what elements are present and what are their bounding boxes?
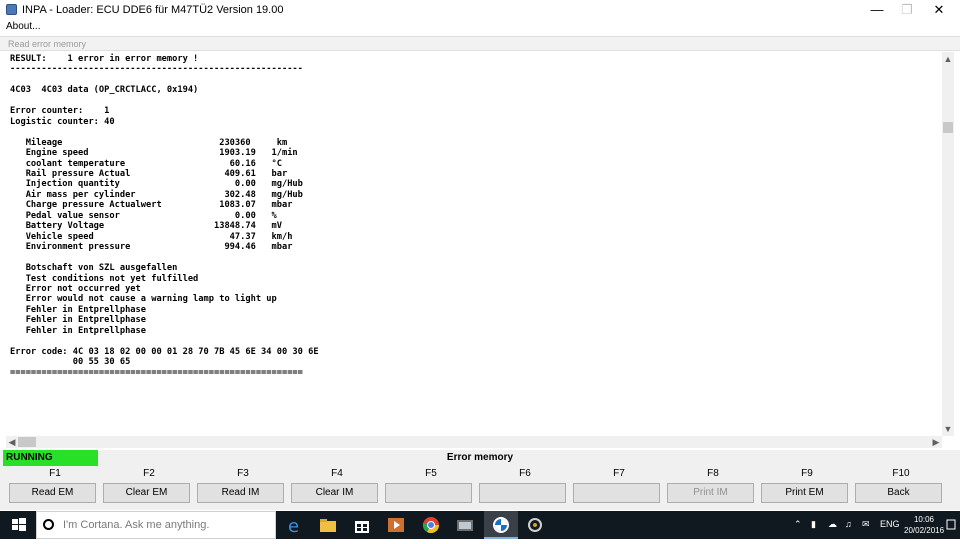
result-line: ----------------------------------------…	[10, 64, 303, 75]
taskbar: I'm Cortana. Ask me anything. e ⌃ ▮ ☁ ♫ …	[0, 511, 960, 539]
maximize-button: ❐	[901, 2, 913, 17]
app-icon	[6, 4, 17, 15]
result-line: Charge pressure Actualwert 1083.07 mbar	[10, 200, 293, 211]
scroll-right-arrow-icon[interactable]: ▶	[930, 436, 942, 448]
file-explorer-icon[interactable]	[318, 515, 338, 535]
scroll-left-arrow-icon[interactable]: ◀	[6, 436, 18, 448]
result-text: RESULT: 1 error in error memory ! ------…	[6, 52, 942, 378]
result-line: Engine speed 1903.19 1/min	[10, 148, 298, 159]
result-line: 00 55 30 65	[10, 357, 131, 368]
language-indicator[interactable]: ENG	[880, 519, 900, 529]
store-icon[interactable]	[352, 515, 372, 535]
clock[interactable]: 10:06 20/02/2016	[904, 514, 944, 536]
result-line: Botschaft von SZL ausgefallen	[10, 263, 178, 274]
function-key-label: F5	[425, 468, 437, 479]
vertical-scroll-thumb[interactable]	[943, 122, 953, 133]
result-line: Logistic counter: 40	[10, 116, 115, 127]
vertical-scrollbar[interactable]: ▲ ▼	[942, 52, 954, 436]
clock-time: 10:06	[913, 515, 935, 524]
volume-icon[interactable]: ♫	[845, 519, 852, 529]
function-key-button-f6[interactable]	[479, 483, 566, 503]
battery-icon[interactable]: ▮	[811, 519, 816, 530]
tools-icon[interactable]	[525, 515, 545, 535]
function-key-label: F3	[237, 468, 249, 479]
menu-about[interactable]: About...	[6, 21, 40, 32]
result-line: Error would not cause a warning lamp to …	[10, 294, 277, 305]
function-key-button-f5[interactable]	[385, 483, 472, 503]
function-key-label: F9	[801, 468, 813, 479]
action-center-icon[interactable]	[946, 516, 956, 534]
cortana-icon	[43, 519, 54, 530]
function-key-button-f8: Print IM	[667, 483, 754, 503]
status-badge: RUNNING	[3, 450, 98, 466]
media-player-icon[interactable]	[386, 515, 406, 535]
horizontal-scrollbar[interactable]: ◀ ▶	[6, 436, 942, 448]
result-line: 4C03 4C03 data (OP_CRCTLACC, 0x194)	[10, 85, 199, 96]
scroll-down-arrow-icon[interactable]: ▼	[942, 422, 954, 436]
title-bar: INPA - Loader: ECU DDE6 für M47TÜ2 Versi…	[0, 0, 960, 20]
function-key-button-f3[interactable]: Read IM	[197, 483, 284, 503]
tray-chevron-icon[interactable]: ⌃	[794, 519, 802, 530]
screen-title: Error memory	[446, 452, 514, 463]
result-line: Error counter: 1	[10, 106, 110, 117]
subtitle-label: Read error memory	[8, 39, 87, 49]
result-line: Battery Voltage 13848.74 mV	[10, 221, 282, 232]
result-line: Air mass per cylinder 302.48 mg/Hub	[10, 189, 303, 200]
function-key-button-f2[interactable]: Clear EM	[103, 483, 190, 503]
search-placeholder: I'm Cortana. Ask me anything.	[63, 519, 210, 531]
photo-viewer-icon[interactable]	[455, 515, 475, 535]
result-line: Fehler in Entprellphase	[10, 304, 146, 315]
result-line: Mileage 230360 km	[10, 137, 288, 148]
result-line: coolant temperature 60.16 °C	[10, 158, 282, 169]
clock-date: 20/02/2016	[904, 526, 945, 535]
function-key-button-f7[interactable]	[573, 483, 660, 503]
start-button[interactable]	[0, 511, 36, 539]
minimize-button[interactable]: —	[862, 0, 892, 20]
result-line: RESULT: 1 error in error memory !	[10, 54, 199, 64]
result-line: Rail pressure Actual 409.61 bar	[10, 168, 288, 179]
messages-icon[interactable]: ✉	[862, 519, 870, 530]
window-title: INPA - Loader: ECU DDE6 für M47TÜ2 Versi…	[22, 4, 284, 16]
window-subtitle: Read error memory	[0, 36, 960, 51]
function-key-bar: F1 Read EM F2 Clear EM F3 Read IM F4 Clear IM F5…	[0, 466, 960, 510]
result-line: Environment pressure 994.46 mbar	[10, 242, 293, 253]
result-line: Test conditions not yet fulfilled	[10, 273, 199, 284]
result-line: Pedal value sensor 0.00 %	[10, 210, 277, 221]
function-key-button-f4[interactable]: Clear IM	[291, 483, 378, 503]
result-line: ========================================…	[10, 367, 303, 378]
result-text-area: RESULT: 1 error in error memory ! ------…	[6, 52, 942, 434]
bmw-inpa-icon[interactable]	[491, 515, 511, 535]
chrome-icon[interactable]	[421, 515, 441, 535]
function-key-label: F7	[613, 468, 625, 479]
close-button[interactable]: ✕	[924, 0, 954, 20]
function-key-label: F8	[707, 468, 719, 479]
function-key-label: F2	[143, 468, 155, 479]
cortana-search-box[interactable]: I'm Cortana. Ask me anything.	[36, 511, 276, 539]
function-key-button-f9[interactable]: Print EM	[761, 483, 848, 503]
function-key-label: F1	[49, 468, 61, 479]
function-key-button-f1[interactable]: Read EM	[9, 483, 96, 503]
edge-icon[interactable]: e	[285, 515, 305, 535]
function-key-label: F4	[331, 468, 343, 479]
windows-logo-icon	[12, 518, 26, 531]
result-line: Vehicle speed 47.37 km/h	[10, 231, 293, 242]
result-line: Fehler in Entprellphase	[10, 325, 146, 336]
function-key-label: F6	[519, 468, 531, 479]
network-icon[interactable]: ☁	[828, 519, 837, 530]
result-line: Error code: 4C 03 18 02 00 00 01 28 70 7…	[10, 346, 319, 357]
function-key-button-f10[interactable]: Back	[855, 483, 942, 503]
svg-text:e: e	[288, 516, 299, 535]
result-line: Fehler in Entprellphase	[10, 315, 146, 326]
menu-bar: About...	[0, 20, 960, 35]
scroll-up-arrow-icon[interactable]: ▲	[942, 52, 954, 66]
result-line: Error not occurred yet	[10, 283, 141, 294]
result-line: Injection quantity 0.00 mg/Hub	[10, 179, 303, 190]
function-key-label: F10	[892, 468, 910, 479]
horizontal-scroll-thumb[interactable]	[18, 437, 36, 447]
